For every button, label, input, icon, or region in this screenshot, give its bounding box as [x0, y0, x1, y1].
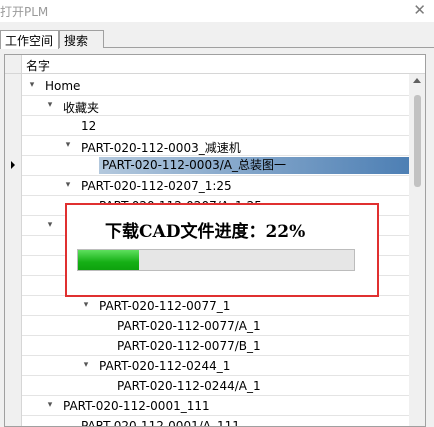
tree-row[interactable]: PART-020-112-0001/A_111	[5, 416, 409, 427]
header-corner	[5, 55, 22, 74]
tree-row-label: 收藏夹	[63, 101, 100, 115]
tree-row[interactable]: ▾ PART-020-112-0003_减速机	[5, 136, 409, 156]
scrollbar-thumb[interactable]	[414, 95, 421, 187]
chevron-down-icon[interactable]: ▾	[81, 360, 91, 370]
tree-row[interactable]: PART-020-112-0003/A_总装图一	[5, 156, 409, 176]
tree-row-label: PART-020-112-0244_1	[99, 359, 231, 373]
tree-row-label: PART-020-112-0077/A_1	[117, 319, 261, 333]
tab-strip: 工作空间 搜索	[0, 30, 434, 49]
tree-row[interactable]: PART-020-112-0077/A_1	[5, 316, 409, 336]
chevron-down-icon[interactable]: ▾	[45, 400, 55, 410]
tree-row-label: PART-020-112-0001/A_111	[81, 419, 240, 427]
tree-row[interactable]: ▾ PART-020-112-0244_1	[5, 356, 409, 376]
vertical-scrollbar[interactable]	[409, 74, 425, 426]
chevron-down-icon[interactable]: ▾	[45, 220, 55, 230]
tree-row[interactable]: 12	[5, 116, 409, 136]
tree-row-label: PART-020-112-0001_111	[63, 399, 210, 413]
row-pointer-icon	[11, 161, 15, 169]
scroll-up-icon[interactable]	[413, 78, 421, 83]
tree-row[interactable]: ▾ Home	[5, 76, 409, 96]
chevron-down-icon[interactable]: ▾	[81, 300, 91, 310]
tree-row[interactable]: PART-020-112-0244/A_1	[5, 376, 409, 396]
chevron-down-icon[interactable]: ▾	[63, 140, 73, 150]
tree-row[interactable]: PART-020-112-0077/B_1	[5, 336, 409, 356]
chevron-down-icon[interactable]: ▾	[63, 180, 73, 190]
tree-row-label: 12	[81, 119, 97, 133]
tree-row-label: PART-020-112-0003_减速机	[81, 141, 241, 155]
column-header-name[interactable]: 名字	[22, 55, 425, 74]
tree-row-label: PART-020-112-0003/A_总装图一	[99, 157, 409, 174]
close-icon[interactable]: ✕	[413, 1, 426, 19]
tree-row[interactable]: ▾ PART-020-112-0207_1:25	[5, 176, 409, 196]
tree-row[interactable]: ▾ 收藏夹	[5, 96, 409, 116]
chevron-down-icon[interactable]: ▾	[45, 100, 55, 110]
tree-row-label: PART-020-112-0077_1	[99, 299, 231, 313]
tab-workspace[interactable]: 工作空间	[0, 30, 59, 49]
progress-label: 下载CAD文件进度：22%	[105, 222, 306, 242]
title-bar: 打开PLM ✕	[0, 0, 434, 22]
chevron-down-icon[interactable]: ▾	[27, 80, 37, 90]
download-progress-dialog: 下载CAD文件进度：22%	[65, 203, 379, 297]
window-title: 打开PLM	[0, 5, 49, 19]
tab-search[interactable]: 搜索	[59, 30, 104, 48]
progress-bar-fill	[78, 250, 139, 270]
tree-row-label: PART-020-112-0207_1:25	[81, 179, 232, 193]
tree-row-label: PART-020-112-0244/A_1	[117, 379, 261, 393]
tree-row[interactable]: ▾ PART-020-112-0077_1	[5, 296, 409, 316]
tree-row-label: PART-020-112-0077/B_1	[117, 339, 261, 353]
tree-row-label: Home	[45, 79, 81, 93]
progress-bar	[77, 249, 355, 271]
tree-row[interactable]: ▾ PART-020-112-0001_111	[5, 396, 409, 416]
